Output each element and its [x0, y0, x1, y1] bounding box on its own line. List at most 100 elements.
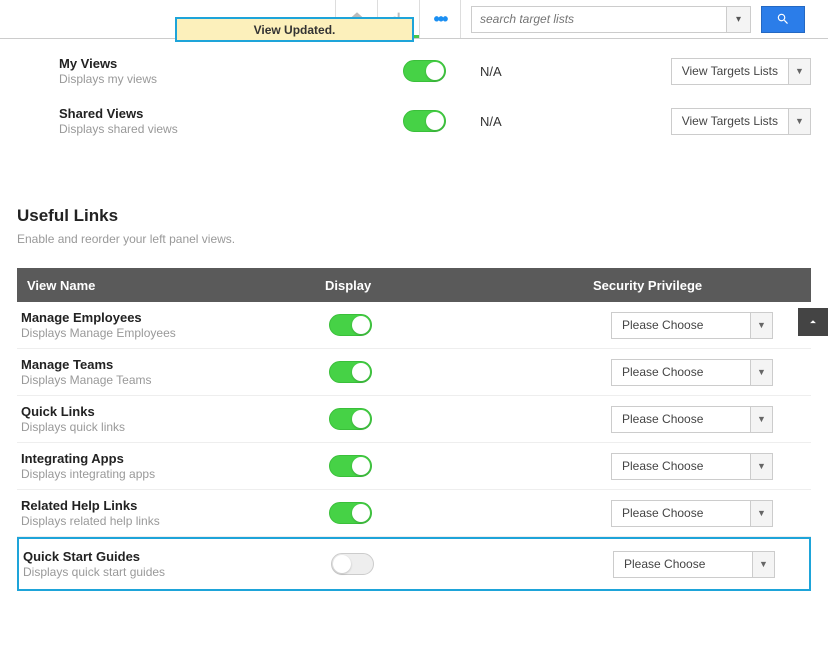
- chevron-down-icon: ▼: [752, 552, 774, 577]
- display-toggle[interactable]: [403, 110, 446, 132]
- row-title: Manage Employees: [21, 310, 325, 325]
- display-toggle[interactable]: [329, 408, 372, 430]
- row-toggle-cell: [325, 361, 593, 383]
- row-desc: Displays integrating apps: [21, 467, 325, 481]
- chevron-down-icon: ▼: [788, 109, 810, 134]
- more-menu-icon[interactable]: •••: [419, 0, 461, 38]
- security-privilege-dropdown[interactable]: Please Choose▼: [611, 359, 773, 386]
- row-label-group: Quick Start GuidesDisplays quick start g…: [19, 549, 327, 579]
- row-dropdown-cell: Please Choose▼: [593, 500, 811, 527]
- dropdown-label: Please Choose: [612, 454, 750, 479]
- display-toggle[interactable]: [329, 455, 372, 477]
- view-row: My Views Displays my views N/A View Targ…: [17, 46, 811, 96]
- dropdown-label: Please Choose: [614, 552, 752, 577]
- view-toggle-cell: [403, 110, 478, 132]
- row-dropdown-cell: Please Choose▼: [593, 453, 811, 480]
- row-toggle-cell: [325, 502, 593, 524]
- section-title: Useful Links: [17, 206, 811, 226]
- row-toggle-cell: [325, 455, 593, 477]
- search-icon: [776, 12, 790, 26]
- row-title: Related Help Links: [21, 498, 325, 513]
- view-dropdown-cell: View Targets Lists ▼: [671, 58, 811, 85]
- views-section: My Views Displays my views N/A View Targ…: [17, 40, 811, 146]
- display-toggle[interactable]: [329, 314, 372, 336]
- row-desc: Displays Manage Teams: [21, 373, 325, 387]
- view-action-dropdown[interactable]: View Targets Lists ▼: [671, 108, 811, 135]
- security-privilege-dropdown[interactable]: Please Choose▼: [611, 453, 773, 480]
- view-toggle-cell: [403, 60, 478, 82]
- chevron-up-icon: [806, 315, 820, 329]
- col-security-privilege: Security Privilege: [593, 278, 811, 293]
- table-row: Quick LinksDisplays quick links Please Ch…: [17, 396, 811, 443]
- security-privilege-dropdown[interactable]: Please Choose▼: [613, 551, 775, 578]
- dropdown-label: View Targets Lists: [672, 59, 788, 84]
- view-title: Shared Views: [59, 106, 403, 121]
- search-button[interactable]: [761, 6, 805, 33]
- view-desc: Displays shared views: [59, 122, 403, 136]
- table-row: Integrating AppsDisplays integrating app…: [17, 443, 811, 490]
- na-label: N/A: [480, 64, 630, 79]
- row-toggle-cell: [325, 408, 593, 430]
- security-privilege-dropdown[interactable]: Please Choose▼: [611, 406, 773, 433]
- table-row: Manage EmployeesDisplays Manage Employee…: [17, 302, 811, 349]
- chevron-down-icon: ▼: [750, 407, 772, 432]
- view-dropdown-cell: View Targets Lists ▼: [671, 108, 811, 135]
- section-desc: Enable and reorder your left panel views…: [17, 232, 811, 246]
- row-label-group: Manage TeamsDisplays Manage Teams: [17, 357, 325, 387]
- dropdown-label: Please Choose: [612, 407, 750, 432]
- table-row: Manage TeamsDisplays Manage Teams Please …: [17, 349, 811, 396]
- row-title: Integrating Apps: [21, 451, 325, 466]
- useful-links-section: Useful Links Enable and reorder your lef…: [17, 206, 811, 591]
- display-toggle[interactable]: [403, 60, 446, 82]
- search-dropdown-toggle[interactable]: ▾: [726, 7, 750, 32]
- row-desc: Displays quick links: [21, 420, 325, 434]
- row-desc: Displays related help links: [21, 514, 325, 528]
- row-toggle-cell: [325, 314, 593, 336]
- chevron-down-icon: ▼: [788, 59, 810, 84]
- dropdown-label: Please Choose: [612, 360, 750, 385]
- row-label-group: Integrating AppsDisplays integrating app…: [17, 451, 325, 481]
- chevron-down-icon: ▼: [750, 360, 772, 385]
- dropdown-label: Please Choose: [612, 501, 750, 526]
- row-dropdown-cell: Please Choose▼: [593, 406, 811, 433]
- view-row: Shared Views Displays shared views N/A V…: [17, 96, 811, 146]
- view-label-group: My Views Displays my views: [17, 56, 403, 86]
- display-toggle[interactable]: [331, 553, 374, 575]
- na-label: N/A: [480, 114, 630, 129]
- table-row: Related Help LinksDisplays related help …: [17, 490, 811, 537]
- row-dropdown-cell: Please Choose▼: [595, 551, 809, 578]
- chevron-down-icon: ▼: [750, 313, 772, 338]
- row-desc: Displays Manage Employees: [21, 326, 325, 340]
- display-toggle[interactable]: [329, 361, 372, 383]
- col-display: Display: [325, 278, 593, 293]
- display-toggle[interactable]: [329, 502, 372, 524]
- row-label-group: Related Help LinksDisplays related help …: [17, 498, 325, 528]
- dropdown-label: View Targets Lists: [672, 109, 788, 134]
- row-title: Manage Teams: [21, 357, 325, 372]
- col-view-name: View Name: [17, 278, 325, 293]
- row-title: Quick Start Guides: [23, 549, 327, 564]
- table-header: View Name Display Security Privilege: [17, 268, 811, 302]
- table-row: Quick Start GuidesDisplays quick start g…: [17, 537, 811, 591]
- topbar: ••• ▾: [0, 0, 828, 39]
- security-privilege-dropdown[interactable]: Please Choose▼: [611, 312, 773, 339]
- view-action-dropdown[interactable]: View Targets Lists ▼: [671, 58, 811, 85]
- search-input-wrap: ▾: [471, 6, 751, 33]
- row-toggle-cell: [327, 553, 595, 575]
- chevron-down-icon: ▼: [750, 501, 772, 526]
- search-input[interactable]: [472, 7, 726, 32]
- row-desc: Displays quick start guides: [23, 565, 327, 579]
- row-label-group: Manage EmployeesDisplays Manage Employee…: [17, 310, 325, 340]
- notification-banner: View Updated.: [175, 17, 414, 42]
- row-dropdown-cell: Please Choose▼: [593, 359, 811, 386]
- dropdown-label: Please Choose: [612, 313, 750, 338]
- search-bar: ▾: [471, 6, 805, 33]
- row-dropdown-cell: Please Choose▼: [593, 312, 811, 339]
- view-label-group: Shared Views Displays shared views: [17, 106, 403, 136]
- view-desc: Displays my views: [59, 72, 403, 86]
- row-label-group: Quick LinksDisplays quick links: [17, 404, 325, 434]
- main-content: My Views Displays my views N/A View Targ…: [17, 34, 811, 591]
- scroll-to-top-button[interactable]: [798, 308, 828, 336]
- view-title: My Views: [59, 56, 403, 71]
- security-privilege-dropdown[interactable]: Please Choose▼: [611, 500, 773, 527]
